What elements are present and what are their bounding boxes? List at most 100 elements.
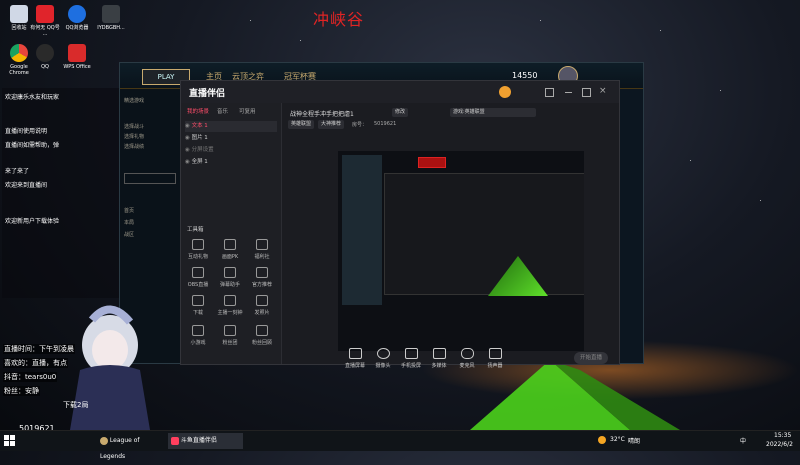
tool-item[interactable]: 弹幕助手 (215, 267, 245, 288)
overlay-line: 欢迎康乐水友和玩家 (5, 94, 60, 101)
tab-music[interactable]: 音乐 (217, 107, 228, 115)
game-select[interactable]: 游戏:英雄联盟 (450, 108, 536, 117)
bottom-tool[interactable]: 麦克风 (454, 348, 480, 369)
camera-icon (376, 348, 390, 359)
speaker-icon (488, 348, 502, 359)
bottom-tool[interactable]: 直播屏幕 (342, 348, 368, 369)
eye-icon[interactable]: ◉ (185, 159, 190, 165)
scene-row[interactable]: ◉ 全屏 1 (185, 157, 277, 168)
overlay-line: 直播间如需帮助，弹 (5, 142, 60, 149)
eye-icon[interactable]: ◉ (185, 135, 190, 141)
start-live-button[interactable]: 开始直播 (574, 352, 608, 364)
tool-item[interactable]: 互动礼物 (183, 239, 213, 260)
bottom-tool[interactable]: 扬声器 (482, 348, 508, 369)
room-label: 房号： (352, 122, 368, 128)
edit-button[interactable]: 修改 (392, 108, 409, 117)
left-overlay-panel: 欢迎康乐水友和玩家 直播间使用说明 直播间如需帮助，弹 来了来了 欢迎来到直播间… (2, 88, 120, 298)
top-title: 冲峡谷 (313, 10, 365, 29)
preview-red-label (418, 157, 446, 168)
stream-preview (338, 151, 584, 351)
recommend-icon (256, 267, 268, 278)
input-lang[interactable]: 中 (740, 436, 746, 445)
bottom-tool[interactable]: 摄像头 (370, 348, 396, 369)
taskbar: League of Legends 斗鱼直播伴侣 32°C 晴朗 中 15:35… (0, 430, 800, 460)
lol-side-item[interactable]: 选择礼物 (124, 133, 144, 140)
clock-icon (224, 295, 236, 306)
lol-side-item[interactable]: 选择战绩 (124, 143, 144, 150)
lol-side-item[interactable]: 战区 (124, 231, 134, 238)
tab-my-scenes[interactable]: 我的场景 (187, 107, 209, 115)
taskbar-lol[interactable]: League of Legends (100, 433, 162, 460)
qq-browser-icon (68, 5, 86, 23)
desktop-icon-qq[interactable]: QQ (28, 44, 62, 70)
temperature[interactable]: 32°C (610, 436, 625, 443)
lol-search-box[interactable] (124, 173, 176, 184)
phone-icon (404, 348, 418, 359)
tool-item[interactable]: 发照片 (247, 295, 277, 316)
tool-item[interactable]: 粉丝团 (215, 325, 245, 346)
lol-side-item[interactable]: 选择战斗 (124, 123, 144, 130)
lol-side-item[interactable]: 首页 (124, 207, 134, 214)
weather-sun-icon[interactable] (598, 436, 606, 444)
overlay-line: 欢迎来到直播间 (5, 182, 48, 189)
tool-item[interactable]: OBS直播 (183, 267, 213, 288)
close-icon[interactable]: × (599, 86, 607, 96)
welfare-icon (256, 239, 268, 250)
review-icon (256, 325, 268, 336)
stream-title: 战神全程手冲手把把虐1 (290, 111, 354, 118)
download-icon (192, 295, 204, 306)
overlay-likes: 喜欢的：直播，有点 (3, 358, 68, 368)
gift-icon (192, 239, 204, 250)
scene-row[interactable]: ◉ 图片 1 (185, 133, 277, 144)
overlay-douyin: 抖音：tears0u0 (3, 372, 58, 382)
app-title-bar: 直播伴侣 × (181, 81, 619, 103)
eye-icon[interactable]: ◉ (185, 123, 190, 129)
tool-item[interactable]: 画面PK (215, 239, 245, 260)
preview-game-capture (342, 155, 382, 305)
tab-reuse[interactable]: 可复用 (239, 107, 256, 115)
lol-side-item[interactable]: 精选游戏 (124, 97, 144, 104)
tool-item[interactable]: 福利社 (247, 239, 277, 260)
scene-row[interactable]: ◉ 分屏设置 (185, 145, 277, 156)
user-avatar[interactable] (499, 86, 511, 98)
weather-text[interactable]: 晴朗 (628, 436, 640, 445)
minimize-icon[interactable] (565, 92, 572, 93)
recycle-bin-icon (10, 5, 28, 23)
tool-item[interactable]: 主播一刻钟 (215, 295, 245, 316)
eye-icon[interactable]: ◉ (185, 147, 190, 153)
clock-time[interactable]: 15:35 (774, 432, 791, 439)
overlay-fans: 粉丝：安静 (3, 386, 40, 396)
qq-penguin-icon (36, 44, 54, 62)
recommend-chip[interactable]: 大神推荐 (318, 120, 345, 129)
bottom-tool[interactable]: 手机投屏 (398, 348, 424, 369)
bottom-tool[interactable]: 多媒体 (426, 348, 452, 369)
toolbox-header: 工具箱 (187, 227, 204, 233)
tool-item[interactable]: 小游戏 (183, 325, 213, 346)
main-area: 战神全程手冲手把把虐1 修改 游戏:英雄联盟 英雄联盟 大神推荐 房号： 501… (282, 103, 619, 369)
app-icon (36, 5, 54, 23)
desktop-icon-file[interactable]: IYDBGBH... (94, 5, 128, 31)
game-icon (192, 325, 204, 336)
stream-app-icon (171, 436, 179, 445)
desktop-icon-app[interactable]: 有何无 QQ号 ... (28, 5, 62, 37)
tool-item[interactable]: 官方推荐 (247, 267, 277, 288)
category-chip[interactable]: 英雄联盟 (288, 120, 315, 129)
lol-side-item[interactable]: 本局 (124, 219, 134, 226)
chrome-icon (10, 44, 28, 62)
overlay-line: 欢迎新用户下载体验 (5, 218, 60, 225)
tool-item[interactable]: 下载 (183, 295, 213, 316)
scene-row[interactable]: ◉ 文本 1 (185, 121, 277, 132)
clock-date[interactable]: 2022/6/2 (766, 441, 793, 448)
menu-icon[interactable] (545, 88, 554, 97)
media-icon (432, 348, 446, 359)
taskbar-stream-app[interactable]: 斗鱼直播伴侣 (168, 433, 243, 449)
overlay-watermark: 下载2局 (63, 401, 89, 409)
desktop-icon-wps[interactable]: WPS Office (60, 44, 94, 70)
streaming-app-window[interactable]: 直播伴侣 × 我的场景 音乐 可复用 ◉ 文本 1 ◉ 图片 1 ◉ 分屏设置 … (180, 80, 620, 369)
obs-icon (192, 267, 204, 278)
windows-start-icon[interactable] (4, 435, 16, 447)
maximize-icon[interactable] (582, 88, 591, 97)
desktop-icon-qq-browser[interactable]: QQ浏览器 (60, 5, 94, 31)
tool-item[interactable]: 粉丝回顾 (247, 325, 277, 346)
photo-icon (256, 295, 268, 306)
